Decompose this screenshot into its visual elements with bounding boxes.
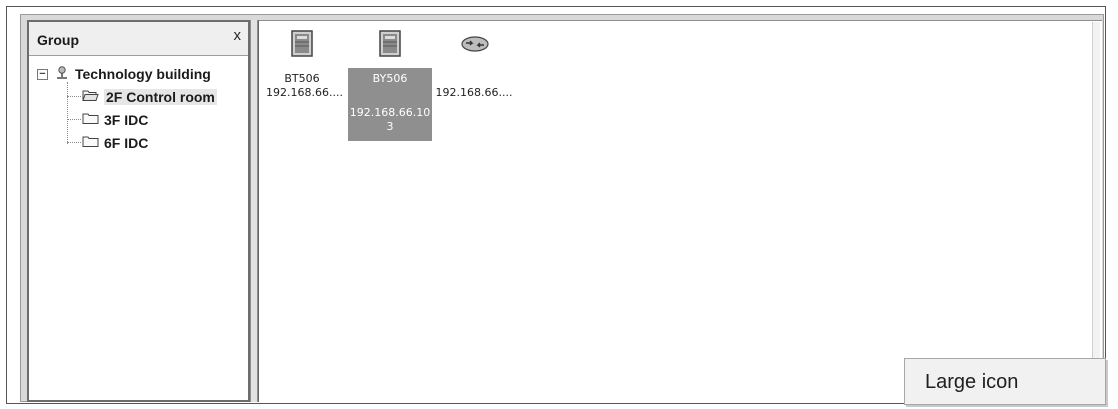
- tree-node-3f-idc[interactable]: 3F IDC: [82, 110, 148, 130]
- network-device-icon: [460, 34, 490, 57]
- device-item-network[interactable]: 192.168.66....: [434, 28, 514, 108]
- folder-open-icon: [82, 89, 99, 105]
- device-ip: 192.168.66....: [435, 86, 513, 99]
- server-icon: [377, 30, 403, 61]
- device-item-bt506[interactable]: BT506 192.168.66....: [266, 28, 343, 108]
- tree-node-label: Technology building: [75, 66, 211, 82]
- device-item-by506[interactable]: BY506 192.168.66.10 3: [348, 28, 432, 141]
- tree-node-label: 3F IDC: [104, 112, 149, 128]
- view-mode-tooltip: Large icon: [904, 358, 1106, 405]
- network-icon: [54, 65, 70, 84]
- close-icon[interactable]: x: [234, 27, 242, 44]
- device-name: BT506: [284, 72, 320, 85]
- server-icon: [289, 30, 315, 61]
- tree-connector: [67, 96, 81, 97]
- tree-connector: [67, 82, 68, 144]
- collapse-icon[interactable]: −: [37, 68, 48, 80]
- folder-icon: [82, 112, 99, 128]
- tree-node-6f-idc[interactable]: 6F IDC: [82, 133, 148, 153]
- tree-connector: [67, 142, 81, 143]
- device-ip-continued: 3: [386, 120, 394, 133]
- folder-icon: [82, 135, 99, 151]
- device-ip: 192.168.66.10: [349, 106, 431, 119]
- tooltip-text: Large icon: [925, 371, 1019, 393]
- vertical-scrollbar[interactable]: [1092, 22, 1100, 402]
- tree-node-label: 2F Control room: [104, 89, 217, 105]
- tree-node-2f-control-room[interactable]: 2F Control room: [82, 87, 217, 107]
- group-panel-title: Group: [37, 32, 79, 48]
- tree-connector: [67, 119, 81, 120]
- device-ip: 192.168.66....: [266, 86, 343, 99]
- group-panel-header: Group x: [29, 22, 248, 56]
- device-name: BY506: [372, 72, 408, 85]
- panel-splitter[interactable]: [250, 20, 258, 402]
- tree-node-technology-building[interactable]: − Technology building: [37, 64, 211, 84]
- group-panel: Group x − Technology building 2F Control…: [27, 20, 250, 402]
- tree-node-label: 6F IDC: [104, 135, 149, 151]
